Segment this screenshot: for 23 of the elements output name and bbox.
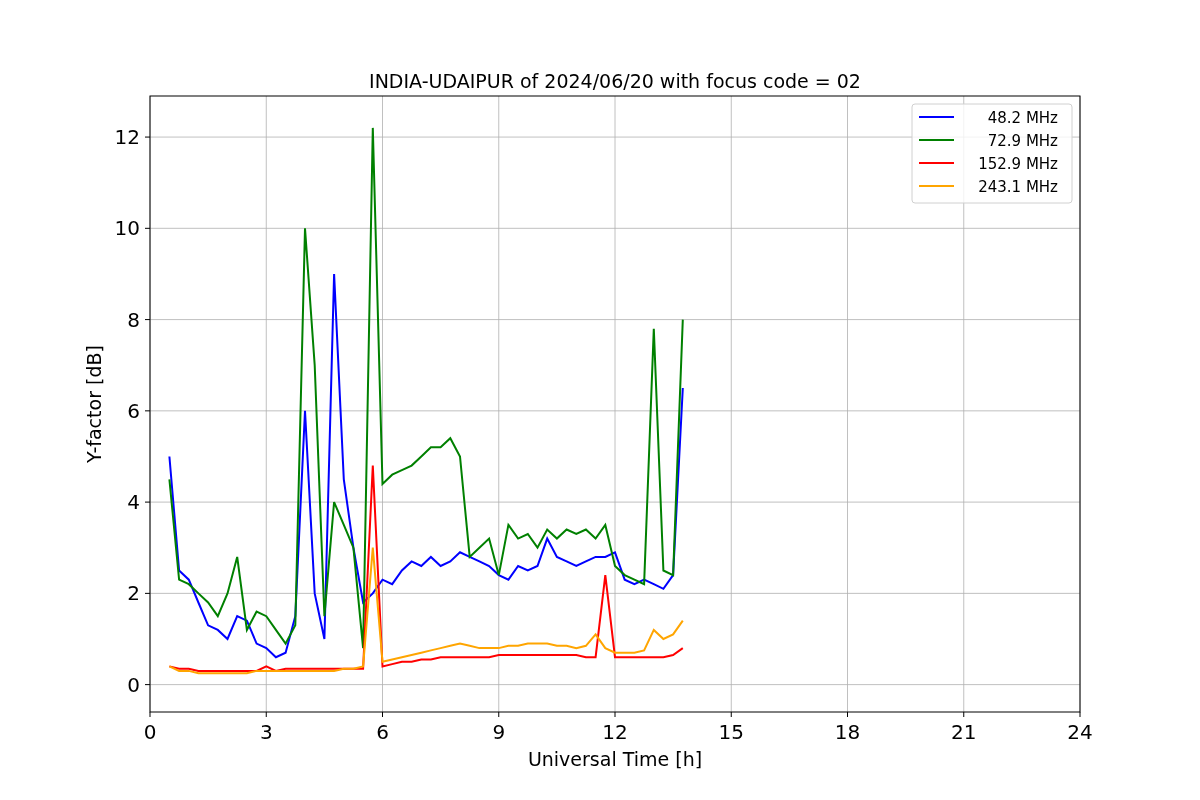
axis-label: Y-factor [dB]: [83, 345, 105, 463]
tick-label: 0: [143, 720, 157, 744]
tick-label: 18: [834, 720, 861, 744]
tick-label: 12: [114, 125, 140, 150]
tick-label: 9: [492, 720, 506, 744]
tick-label: 2: [127, 581, 140, 606]
legend-label: 48.2 MHz: [987, 109, 1058, 127]
tick-label: 21: [951, 720, 977, 744]
tick-label: 10: [114, 216, 140, 241]
tick-label: 6: [127, 398, 140, 423]
tick-label: 24: [1067, 720, 1093, 744]
tick-label: 3: [259, 720, 273, 744]
tick-label: 6: [376, 720, 389, 744]
legend-label: 243.1 MHz: [978, 178, 1058, 196]
tick-label: 12: [602, 720, 628, 744]
tick-label: 0: [127, 672, 140, 697]
tick-label: 15: [718, 720, 744, 744]
axis-label: Universal Time [h]: [527, 748, 703, 770]
legend-label: 72.9 MHz: [987, 132, 1058, 150]
tick-label: 4: [127, 490, 140, 515]
tick-label: 8: [127, 307, 140, 332]
legend-label: 152.9 MHz: [978, 155, 1058, 173]
chart-title: INDIA-UDAIPUR of 2024/06/20 with focus code = 02: [369, 70, 861, 92]
